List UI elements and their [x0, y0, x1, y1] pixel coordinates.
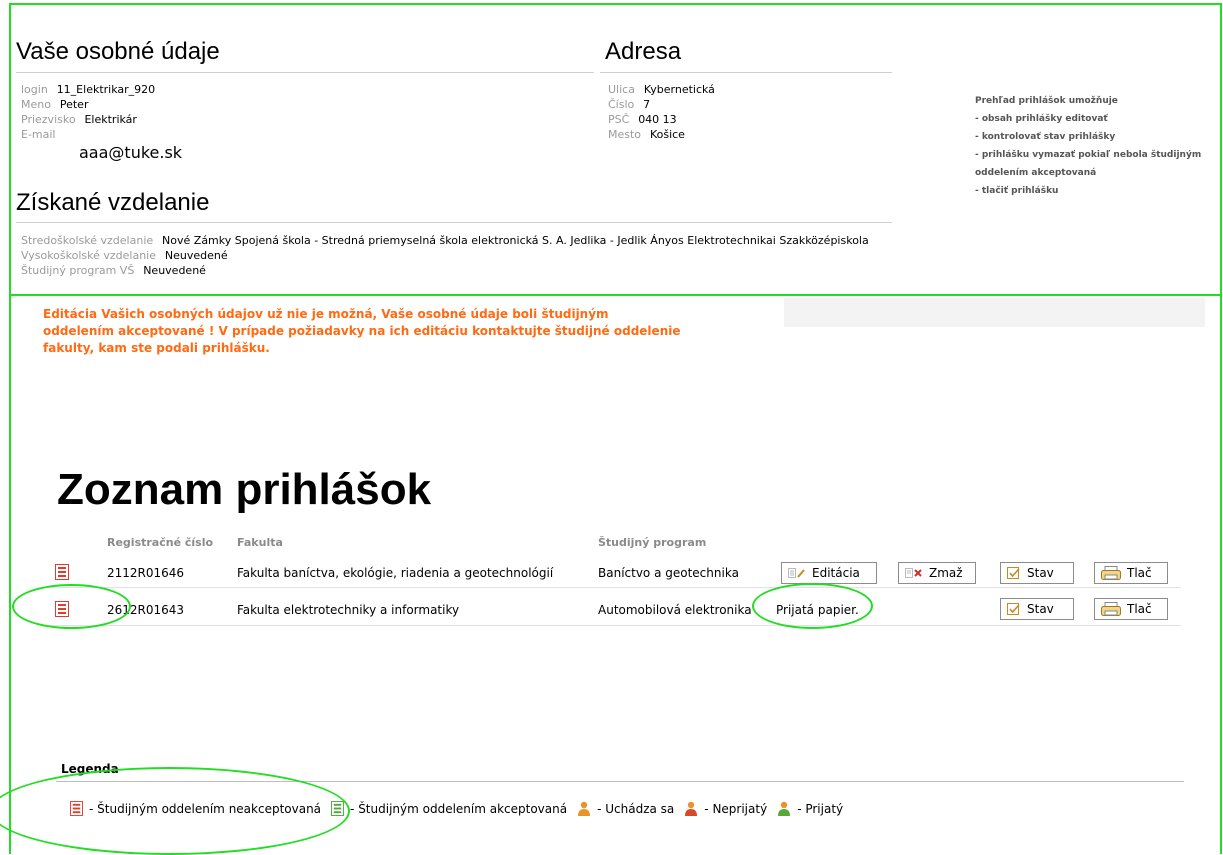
help-line: oddelením akceptovaná [975, 168, 1097, 178]
legend-text: - Študijným oddelením akceptovaná [350, 801, 568, 816]
vysokoskolske-value: Neuvedené [164, 249, 228, 262]
delete-icon [905, 567, 923, 579]
applications-title: Zoznam prihlášok [57, 465, 432, 514]
email-value: aaa@tuke.sk [79, 143, 183, 162]
education-fields: Stredoškolské vzdelanie Nové Zámky Spoje… [21, 234, 869, 277]
document-red-icon[interactable] [55, 564, 69, 585]
reg-number: 2112R01646 [107, 566, 185, 580]
education-rule [16, 222, 892, 223]
personal-fields: login 11_Elektrikar_920 Meno Peter Priez… [21, 83, 155, 141]
address-title: Adresa [605, 38, 682, 65]
help-line: - tlačiť prihlášku [975, 186, 1059, 196]
cislo-value: 7 [643, 98, 651, 111]
person-red-icon [684, 801, 698, 816]
stredoskolske-label: Stredoškolské vzdelanie [21, 234, 154, 247]
checkbox-icon [1007, 603, 1021, 615]
grey-bar [784, 298, 1205, 327]
mesto-label: Mesto [608, 128, 642, 141]
col-header-program: Študijný program [598, 536, 707, 549]
print-label: Tlač [1127, 566, 1152, 580]
program-name: Automobilová elektronika [598, 603, 752, 617]
personal-title: Vaše osobné údaje [16, 38, 220, 65]
annotation-ellipse [0, 767, 350, 855]
checkbox-icon [1007, 567, 1021, 579]
status-button[interactable]: Stav [1000, 562, 1074, 584]
delete-label: Zmaž [929, 566, 963, 580]
education-title: Získané vzdelanie [16, 189, 210, 216]
psc-label: PSČ [608, 113, 630, 126]
printer-icon [1101, 566, 1121, 580]
personal-rule [16, 72, 594, 73]
annotation-ellipse [752, 583, 873, 629]
annotation-ellipse [12, 584, 131, 629]
faculty-name: Fakulta elektrotechniky a informatiky [237, 603, 460, 617]
legend-text: - Prijatý [797, 801, 844, 816]
faculty-name: Fakulta baníctva, ekológie, riadenia a g… [237, 566, 554, 580]
stredoskolske-value: Nové Zámky Spojená škola - Stredná priem… [162, 234, 869, 247]
mesto-value: Košice [649, 128, 685, 141]
help-panel: Prehľad prihlášok umožňuje - obsah prihl… [975, 92, 1220, 200]
login-label: login [21, 83, 48, 96]
delete-button[interactable]: Zmaž [898, 562, 976, 584]
print-label: Tlač [1127, 602, 1152, 616]
priezvisko-label: Priezvisko [21, 113, 76, 126]
address-rule [600, 72, 892, 73]
program-vs-label: Študijný program VŠ [21, 264, 135, 277]
person-green-icon [777, 801, 791, 816]
priezvisko-value: Elektrikár [84, 113, 137, 126]
address-fields: Ulica Kybernetická Číslo 7 PSČ 040 13 Me… [608, 83, 715, 141]
meno-value: Peter [59, 98, 89, 111]
program-vs-value: Neuvedené [143, 264, 206, 277]
col-header-reg: Registračné číslo [107, 536, 214, 549]
edit-button[interactable]: Editácia [781, 562, 877, 584]
warning-line: fakulty, kam ste podali prihlášku. [43, 341, 270, 355]
person-orange-icon [577, 801, 591, 816]
meno-label: Meno [21, 98, 51, 111]
edit-icon [788, 567, 806, 579]
status-label: Stav [1027, 602, 1054, 616]
program-name: Baníctvo a geotechnika [598, 566, 739, 580]
status-button[interactable]: Stav [1000, 598, 1074, 620]
edit-label: Editácia [812, 566, 860, 580]
print-button[interactable]: Tlač [1094, 562, 1168, 584]
status-label: Stav [1027, 566, 1054, 580]
login-value: 11_Elektrikar_920 [56, 83, 156, 96]
warning-line: Editácia Vašich osobných údajov už nie j… [43, 307, 609, 321]
help-line: - prihlášku vymazať pokiaľ nebola študij… [975, 150, 1202, 160]
help-line: - obsah prihlášky editovať [975, 114, 1108, 124]
help-line: Prehľad prihlášok umožňuje [975, 96, 1118, 106]
ulica-value: Kybernetická [643, 83, 715, 96]
printer-icon [1101, 602, 1121, 616]
help-line: - kontrolovať stav prihlášky [975, 132, 1116, 142]
legend-text: - Uchádza sa [597, 801, 675, 816]
legend-text: - Neprijatý [704, 801, 768, 816]
edit-warning: Editácia Vašich osobných údajov už nie j… [43, 306, 783, 357]
col-header-faculty: Fakulta [237, 536, 283, 549]
print-button[interactable]: Tlač [1094, 598, 1168, 620]
ulica-label: Ulica [608, 83, 635, 96]
warning-line: oddelením akceptované ! V prípade požiad… [43, 324, 681, 338]
email-label: E-mail [21, 128, 56, 141]
